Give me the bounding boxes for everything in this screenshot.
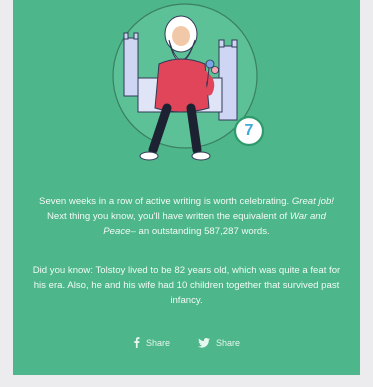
- achievement-card: 7 Seven weeks in a row of active writing…: [13, 0, 360, 375]
- streak-badge-number: 7: [244, 122, 254, 139]
- message-equivalent-prefix: Next thing you know, you'll have written…: [47, 211, 288, 222]
- twitter-icon: [198, 337, 210, 348]
- message-praise: Great job!: [291, 196, 334, 207]
- tolstoy-fact: Did you know: Tolstoy lived to be 82 yea…: [32, 265, 341, 306]
- celebration-message: Seven weeks in a row of active writing i…: [31, 194, 342, 239]
- facebook-share-button[interactable]: Share: [133, 337, 170, 348]
- facebook-share-label: Share: [145, 337, 170, 348]
- facebook-icon: [133, 337, 140, 348]
- twitter-share-button[interactable]: Share: [198, 337, 240, 348]
- share-row: Share Share: [13, 337, 360, 348]
- message-equivalent-suffix: – an outstanding 587,287 words.: [130, 226, 270, 237]
- twitter-share-label: Share: [216, 337, 241, 348]
- tolstoy-illustration: [112, 3, 265, 161]
- message-intro: Seven weeks in a row of active writing i…: [39, 196, 290, 207]
